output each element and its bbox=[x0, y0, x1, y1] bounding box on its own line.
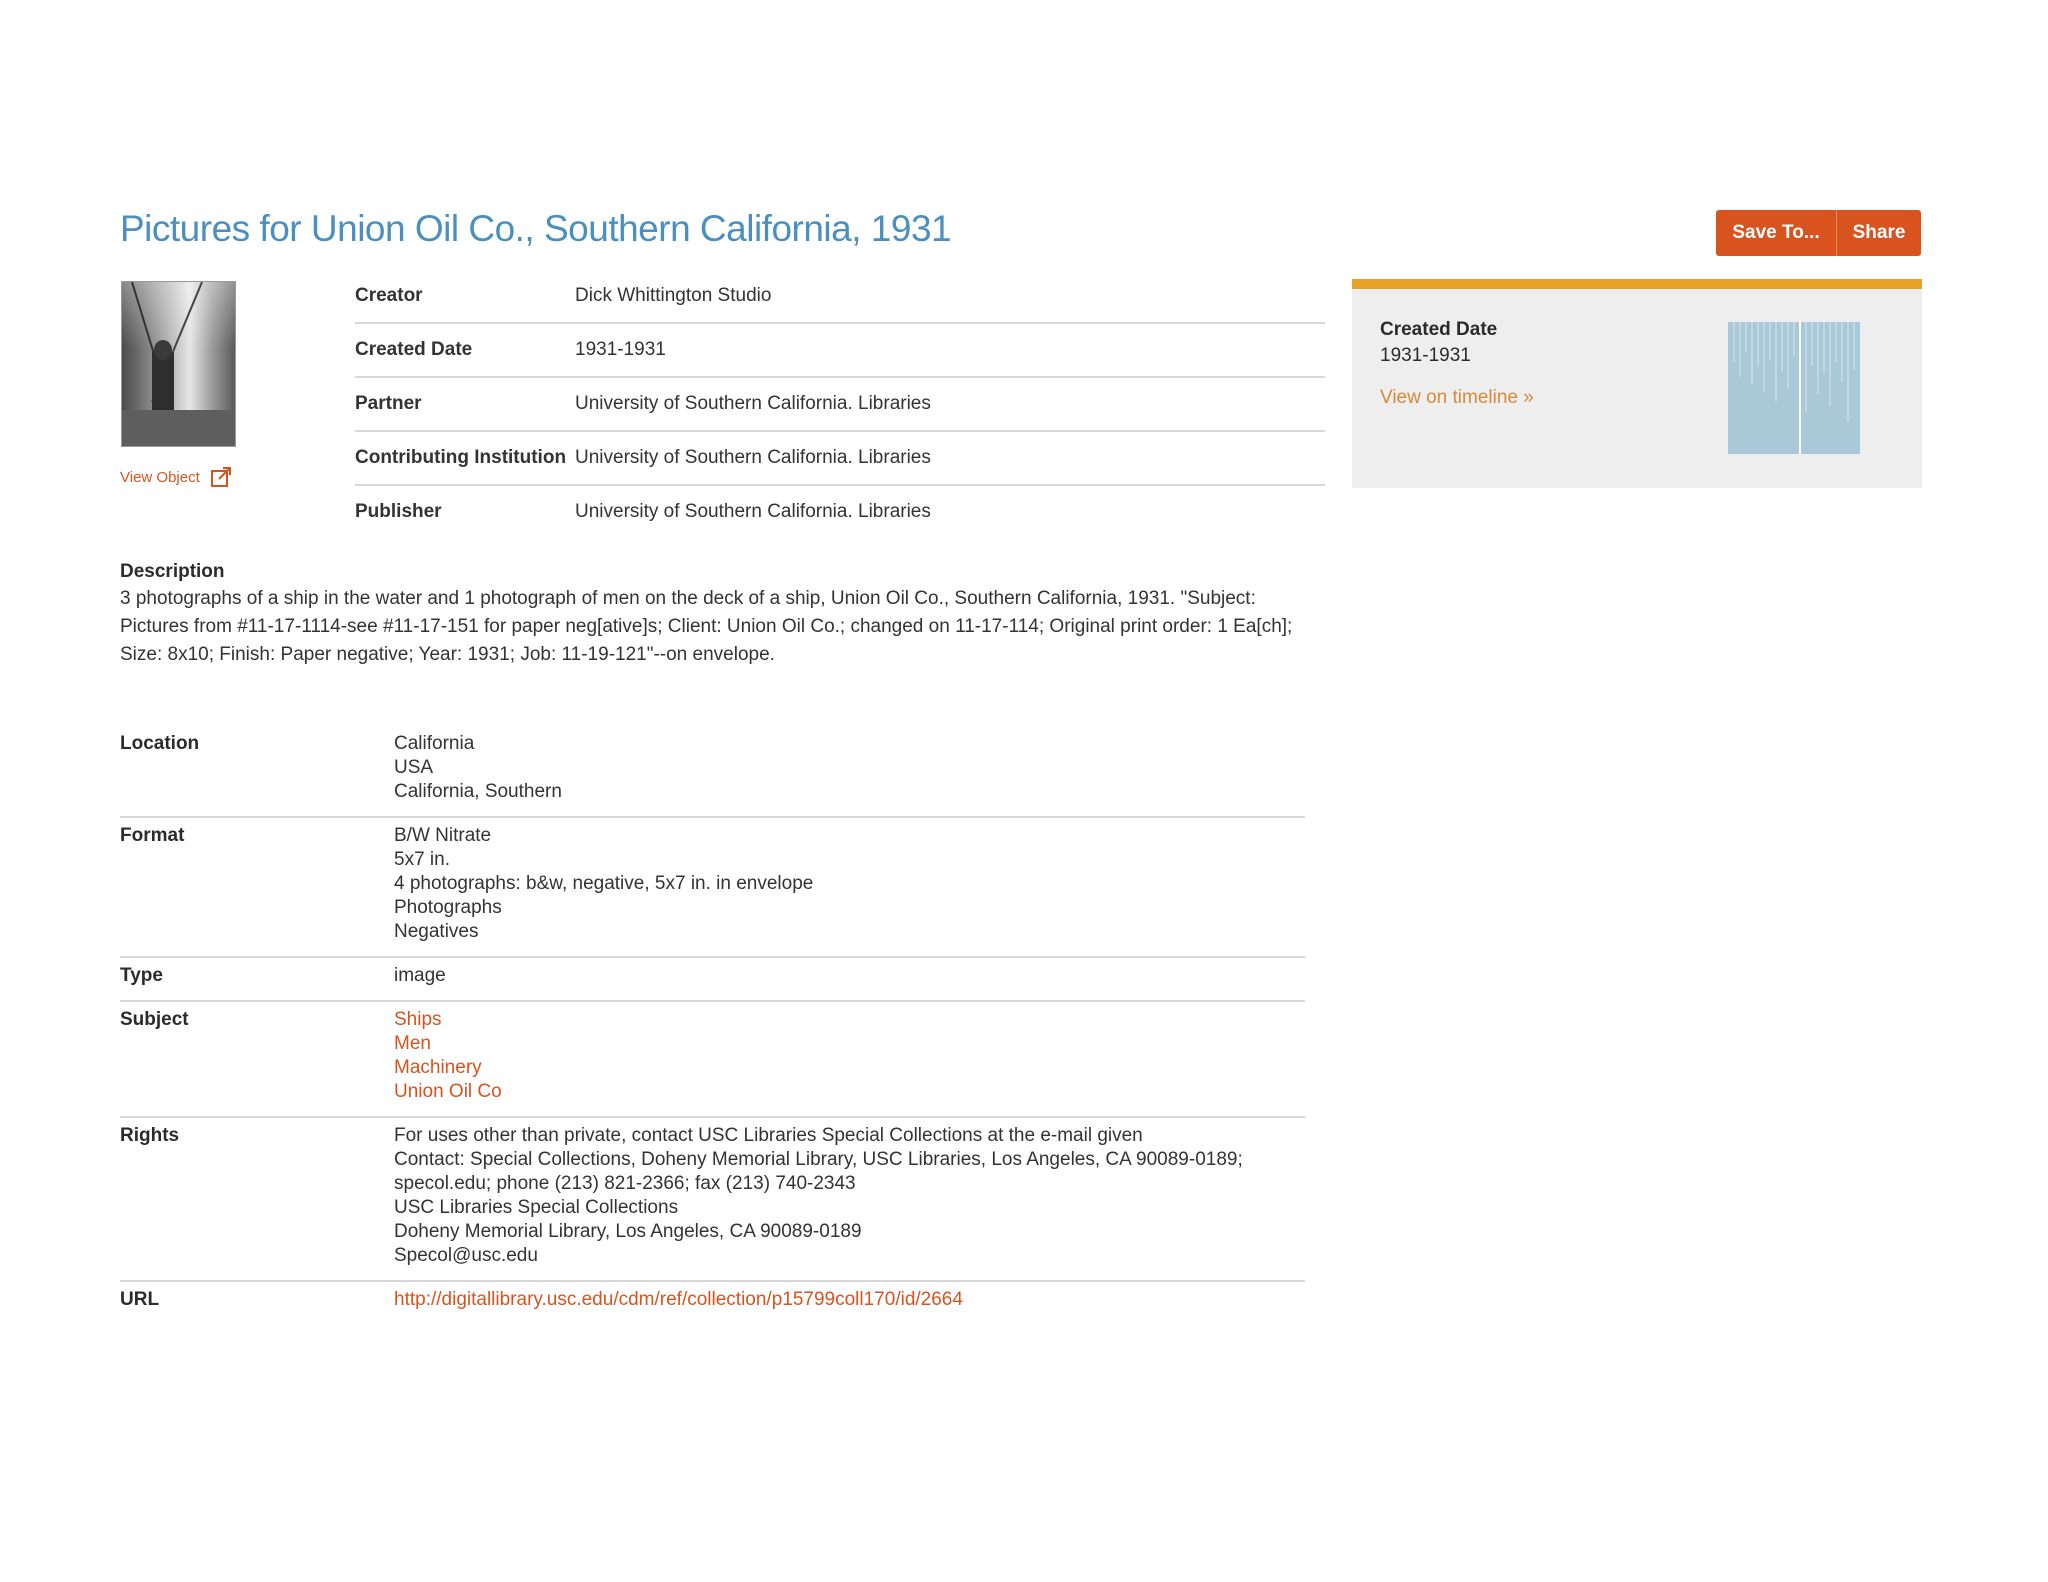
external-link-icon bbox=[210, 467, 231, 487]
timeline-histogram-icon bbox=[1733, 322, 1855, 454]
meta-label: Creator bbox=[355, 285, 423, 306]
subject-link-ships[interactable]: Ships bbox=[394, 1008, 502, 1032]
sidebar-date-label: Created Date bbox=[1380, 319, 1498, 340]
meta-row-creator: Creator Dick Whittington Studio bbox=[355, 270, 1325, 324]
detail-value: For uses other than private, contact USC… bbox=[394, 1125, 1143, 1146]
detail-value: Photographs bbox=[394, 897, 502, 918]
metadata-details: Location California USA California, Sout… bbox=[120, 726, 1305, 1324]
detail-value: image bbox=[394, 965, 446, 986]
meta-value: University of Southern California. Libra… bbox=[575, 447, 931, 468]
detail-label: Subject bbox=[120, 1009, 189, 1030]
meta-row-partner: Partner University of Southern Californi… bbox=[355, 378, 1325, 432]
sidebar-date-value: 1931-1931 bbox=[1380, 345, 1471, 366]
date-sidebar: Created Date 1931-1931 View on timeline … bbox=[1352, 279, 1922, 488]
meta-label: Publisher bbox=[355, 501, 442, 522]
detail-value: Contact: Special Collections, Doheny Mem… bbox=[394, 1149, 1243, 1170]
detail-row-format: Format B/W Nitrate 5x7 in. 4 photographs… bbox=[120, 818, 1305, 958]
detail-value: 4 photographs: b&w, negative, 5x7 in. in… bbox=[394, 873, 814, 894]
metadata-summary: Creator Dick Whittington Studio Created … bbox=[355, 270, 1325, 538]
detail-value: specol.edu; phone (213) 821-2366; fax (2… bbox=[394, 1173, 856, 1194]
save-to-button[interactable]: Save To... bbox=[1716, 210, 1836, 256]
view-object-label: View Object bbox=[120, 468, 200, 486]
detail-label: Location bbox=[120, 733, 200, 754]
detail-row-subject: Subject Ships Men Machinery Union Oil Co bbox=[120, 1002, 1305, 1118]
detail-row-rights: Rights For uses other than private, cont… bbox=[120, 1118, 1305, 1282]
subject-link-union-oil-co[interactable]: Union Oil Co bbox=[394, 1080, 502, 1104]
detail-label: Rights bbox=[120, 1125, 180, 1146]
meta-label: Partner bbox=[355, 393, 422, 414]
ship-photo-icon bbox=[122, 282, 235, 446]
view-object-link[interactable]: View Object bbox=[120, 466, 232, 488]
detail-values: http://digitallibrary.usc.edu/cdm/ref/co… bbox=[394, 1288, 963, 1312]
detail-value: USA bbox=[394, 757, 434, 778]
detail-row-url: URL http://digitallibrary.usc.edu/cdm/re… bbox=[120, 1282, 1305, 1324]
detail-value: California bbox=[394, 733, 475, 754]
detail-label: URL bbox=[120, 1289, 160, 1310]
meta-value: 1931-1931 bbox=[575, 339, 666, 360]
view-on-timeline-link[interactable]: View on timeline » bbox=[1380, 387, 1534, 409]
item-thumbnail[interactable] bbox=[121, 281, 236, 447]
subject-link-men[interactable]: Men bbox=[394, 1032, 502, 1056]
detail-value: Doheny Memorial Library, Los Angeles, CA… bbox=[394, 1221, 862, 1242]
item-url-link[interactable]: http://digitallibrary.usc.edu/cdm/ref/co… bbox=[394, 1288, 963, 1312]
detail-value: Specol@usc.edu bbox=[394, 1245, 538, 1266]
meta-row-created-date: Created Date 1931-1931 bbox=[355, 324, 1325, 378]
detail-value: B/W Nitrate bbox=[394, 825, 492, 846]
meta-row-publisher: Publisher University of Southern Califor… bbox=[355, 486, 1325, 538]
meta-value: Dick Whittington Studio bbox=[575, 285, 772, 306]
detail-values: B/W Nitrate 5x7 in. 4 photographs: b&w, … bbox=[394, 824, 813, 944]
detail-value: USC Libraries Special Collections bbox=[394, 1197, 679, 1218]
action-buttons: Save To... Share bbox=[1716, 210, 1921, 256]
description-label: Description bbox=[120, 561, 225, 582]
detail-values: Ships Men Machinery Union Oil Co bbox=[394, 1008, 502, 1104]
detail-value: 5x7 in. bbox=[394, 849, 450, 870]
detail-values: image bbox=[394, 964, 446, 988]
detail-row-location: Location California USA California, Sout… bbox=[120, 726, 1305, 818]
detail-values: California USA California, Southern bbox=[394, 732, 562, 804]
detail-label: Type bbox=[120, 965, 163, 986]
detail-values: For uses other than private, contact USC… bbox=[394, 1124, 1243, 1268]
detail-row-type: Type image bbox=[120, 958, 1305, 1002]
meta-value: University of Southern California. Libra… bbox=[575, 393, 931, 414]
page-title: Pictures for Union Oil Co., Southern Cal… bbox=[120, 208, 952, 249]
share-button[interactable]: Share bbox=[1836, 210, 1921, 256]
meta-row-contributing-institution: Contributing Institution University of S… bbox=[355, 432, 1325, 486]
description-text: 3 photographs of a ship in the water and… bbox=[120, 588, 1293, 665]
meta-value: University of Southern California. Libra… bbox=[575, 501, 931, 522]
detail-value: California, Southern bbox=[394, 781, 562, 802]
detail-label: Format bbox=[120, 825, 185, 846]
meta-label: Contributing Institution bbox=[355, 447, 567, 468]
detail-value: Negatives bbox=[394, 921, 479, 942]
meta-label: Created Date bbox=[355, 339, 473, 360]
timeline-thumbnail[interactable] bbox=[1728, 322, 1860, 454]
subject-link-machinery[interactable]: Machinery bbox=[394, 1056, 502, 1080]
